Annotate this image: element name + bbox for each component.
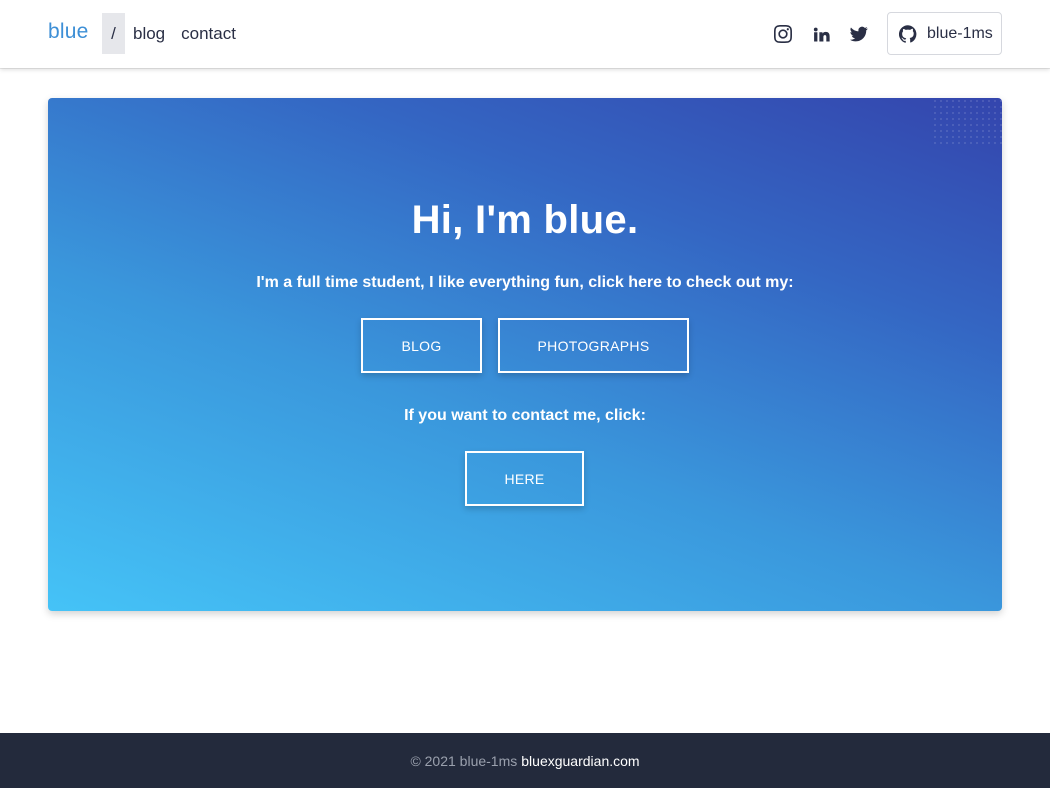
hero-card: Hi, I'm blue. I'm a full time student, I…	[48, 98, 1002, 611]
contact-here-button[interactable]: HERE	[465, 451, 584, 506]
instagram-icon[interactable]	[773, 24, 793, 44]
navbar: blue / blog contact blue-1ms	[0, 0, 1050, 68]
nav-links: / blog contact	[102, 13, 236, 54]
hero-title: Hi, I'm blue.	[411, 198, 639, 242]
contact-text: If you want to contact me, click:	[404, 407, 646, 424]
photographs-button[interactable]: PHOTOGRAPHS	[498, 318, 689, 373]
linkedin-icon[interactable]	[811, 24, 831, 44]
dot-pattern	[932, 98, 1002, 148]
github-icon	[899, 24, 917, 43]
nav-link-blog[interactable]: blog	[133, 13, 165, 54]
blog-button[interactable]: BLOG	[361, 318, 482, 373]
github-button[interactable]: blue-1ms	[887, 12, 1002, 55]
social-links: blue-1ms	[773, 12, 1002, 55]
footer-site-link[interactable]: bluexguardian.com	[521, 753, 639, 769]
github-label: blue-1ms	[927, 24, 993, 42]
footer-copyright: © 2021 blue-1ms	[410, 752, 518, 769]
footer: © 2021 blue-1ms bluexguardian.com	[0, 733, 1050, 788]
twitter-icon[interactable]	[849, 24, 869, 44]
nav-link-contact[interactable]: contact	[181, 13, 236, 54]
brand-link[interactable]: blue	[48, 20, 89, 44]
nav-link-home[interactable]: /	[102, 13, 125, 54]
hero-subtitle: I'm a full time student, I like everythi…	[256, 274, 794, 291]
